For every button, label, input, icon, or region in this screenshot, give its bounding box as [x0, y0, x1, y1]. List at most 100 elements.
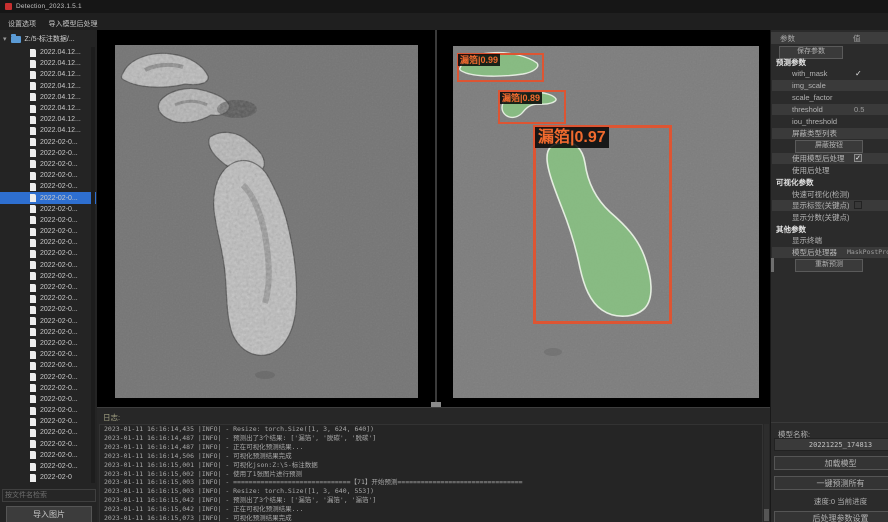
- param-row-show-terminal[interactable]: 显示终端: [772, 235, 888, 246]
- param-scrollbar-thumb[interactable]: [771, 258, 774, 272]
- param-row-img-scale[interactable]: img_scale: [772, 80, 888, 91]
- file-item[interactable]: 2022-02-0...: [0, 383, 96, 394]
- log-line: 2023-01-11 16:16:15,003 |INFO| - =======…: [100, 478, 762, 487]
- param-table-header: 参数 值: [771, 32, 888, 44]
- prediction-image-panel[interactable]: 漏箔|0.99 漏箔|0.89 漏箔|0.97: [453, 46, 759, 398]
- file-item[interactable]: 2022-02-0...: [0, 159, 96, 170]
- log-line: 2023-01-11 16:16:15,073 |INFO| - 可视化预测结果…: [100, 514, 762, 522]
- param-row-show-scores[interactable]: 显示分数(关键点): [772, 212, 888, 223]
- file-item[interactable]: 2022.04.12...: [0, 92, 96, 103]
- file-item[interactable]: 2022-02-0...: [0, 260, 96, 271]
- param-row-threshold[interactable]: threshold 0.5: [772, 104, 888, 115]
- speed-status: 速度:0 当前进度: [774, 496, 888, 507]
- load-model-button[interactable]: 加载模型: [774, 456, 888, 470]
- chevron-down-icon[interactable]: ▾: [3, 35, 7, 43]
- tree-root-folder[interactable]: ▾ Z:/5-标注数据/...: [0, 33, 96, 45]
- file-icon: [30, 160, 36, 168]
- file-item[interactable]: 2022.04.12...: [0, 69, 96, 80]
- file-item[interactable]: 2022-02-0...: [0, 181, 96, 192]
- file-item[interactable]: 2022-02-0...: [0, 282, 96, 293]
- file-label: 2022.04.12...: [40, 60, 81, 67]
- viewer-divider[interactable]: [435, 30, 437, 407]
- file-item[interactable]: 2022-02-0...: [0, 192, 96, 203]
- file-item[interactable]: 2022-02-0...: [0, 427, 96, 438]
- file-item[interactable]: 2022.04.12...: [0, 81, 96, 92]
- search-input[interactable]: [2, 489, 96, 502]
- param-row-with-mask[interactable]: with_mask ✓: [772, 68, 888, 79]
- import-image-button[interactable]: 导入图片: [6, 506, 92, 522]
- param-label: 显示分数(关键点): [792, 213, 850, 222]
- file-item[interactable]: 2022.04.12...: [0, 58, 96, 69]
- file-item[interactable]: 2022-02-0...: [0, 338, 96, 349]
- file-item[interactable]: 2022-02-0...: [0, 394, 96, 405]
- param-label: with_mask: [792, 69, 827, 78]
- menu-item-settings[interactable]: 设置选项: [8, 19, 36, 29]
- file-item[interactable]: 2022-02-0...: [0, 327, 96, 338]
- predict-all-button[interactable]: 一键预测所有: [774, 476, 888, 490]
- param-row-show-labels[interactable]: 显示标签(关键点): [772, 200, 888, 211]
- menu-item-import-postprocess[interactable]: 导入模型后处理: [48, 19, 97, 29]
- param-row-fast-visualize[interactable]: 快速可视化(检测): [772, 189, 888, 200]
- file-icon: [30, 351, 36, 359]
- file-icon: [30, 384, 36, 392]
- param-row-use-model-postprocess[interactable]: 使用模型后处理 ✓: [772, 153, 888, 164]
- param-row-scale-factor[interactable]: scale_factor: [772, 92, 888, 103]
- log-line: 2023-01-11 16:16:14,435 |INFO| - Resize:…: [100, 425, 762, 434]
- file-item[interactable]: 2022-02-0...: [0, 215, 96, 226]
- file-icon: [30, 474, 36, 482]
- param-row-model-postprocessor[interactable]: 模型后处理器 MaskPostPro: [772, 247, 888, 258]
- file-icon: [30, 328, 36, 336]
- param-row-iou-threshold[interactable]: iou_threshold: [772, 116, 888, 127]
- file-item[interactable]: 2022.04.12...: [0, 114, 96, 125]
- file-item[interactable]: 2022-02-0...: [0, 439, 96, 450]
- file-item[interactable]: 2022-02-0...: [0, 170, 96, 181]
- re-predict-button[interactable]: 重新预测: [795, 259, 863, 272]
- file-item[interactable]: 2022-02-0...: [0, 360, 96, 371]
- file-label: 2022-02-0...: [40, 195, 78, 202]
- file-item[interactable]: 2022-02-0...: [0, 237, 96, 248]
- file-icon: [30, 451, 36, 459]
- file-item[interactable]: 2022-02-0...: [0, 304, 96, 315]
- file-item[interactable]: 2022-02-0...: [0, 293, 96, 304]
- file-item[interactable]: 2022.04.12...: [0, 125, 96, 136]
- file-item[interactable]: 2022-02-0...: [0, 248, 96, 259]
- checkbox-checked-icon[interactable]: ✓: [854, 154, 862, 162]
- file-label: 2022-02-0...: [40, 329, 78, 336]
- original-image-panel[interactable]: [115, 45, 418, 398]
- log-title: 日志:: [103, 412, 120, 423]
- file-icon: [30, 183, 36, 191]
- file-item[interactable]: 2022-02-0...: [0, 316, 96, 327]
- file-icon: [30, 250, 36, 258]
- file-item[interactable]: 2022-02-0...: [0, 416, 96, 427]
- log-view[interactable]: 2023-01-11 16:16:14,435 |INFO| - Resize:…: [99, 424, 763, 522]
- file-item[interactable]: 2022.04.12...: [0, 47, 96, 58]
- param-row-use-postprocess[interactable]: 使用后处理: [772, 165, 888, 176]
- model-name-value[interactable]: 20221225_174813: [774, 438, 888, 451]
- file-item[interactable]: 2022-02-0...: [0, 226, 96, 237]
- file-item[interactable]: 2022-02-0...: [0, 349, 96, 360]
- file-item[interactable]: 2022.04.12...: [0, 103, 96, 114]
- tree-scrollbar[interactable]: [91, 47, 95, 483]
- file-item[interactable]: 2022-02-0...: [0, 405, 96, 416]
- file-icon: [30, 138, 36, 146]
- mask-button[interactable]: 屏蔽按钮: [795, 140, 863, 153]
- detection-label-1: 漏箔|0.99: [458, 54, 500, 66]
- file-item[interactable]: 2022-02-0...: [0, 137, 96, 148]
- log-scrollbar[interactable]: [764, 424, 769, 522]
- file-label: 2022-02-0...: [40, 239, 78, 246]
- file-item[interactable]: 2022-02-0...: [0, 450, 96, 461]
- file-item[interactable]: 2022-02-0: [0, 472, 96, 483]
- param-row-mask-type-list[interactable]: 屏蔽类型列表: [772, 128, 888, 139]
- file-item[interactable]: 2022-02-0...: [0, 371, 96, 382]
- file-item[interactable]: 2022-02-0...: [0, 271, 96, 282]
- log-scrollbar-thumb[interactable]: [764, 509, 769, 521]
- param-label: 显示标签(关键点): [792, 201, 850, 210]
- app-logo-icon: [5, 3, 12, 10]
- checkbox-empty-icon[interactable]: [854, 201, 862, 209]
- section-visualization-params: 可视化参数: [776, 177, 814, 188]
- postprocess-settings-button[interactable]: 后处理参数设置: [774, 511, 888, 522]
- file-item[interactable]: 2022-02-0...: [0, 461, 96, 472]
- file-item[interactable]: 2022-02-0...: [0, 204, 96, 215]
- file-label: 2022-02-0...: [40, 463, 78, 470]
- file-item[interactable]: 2022-02-0...: [0, 148, 96, 159]
